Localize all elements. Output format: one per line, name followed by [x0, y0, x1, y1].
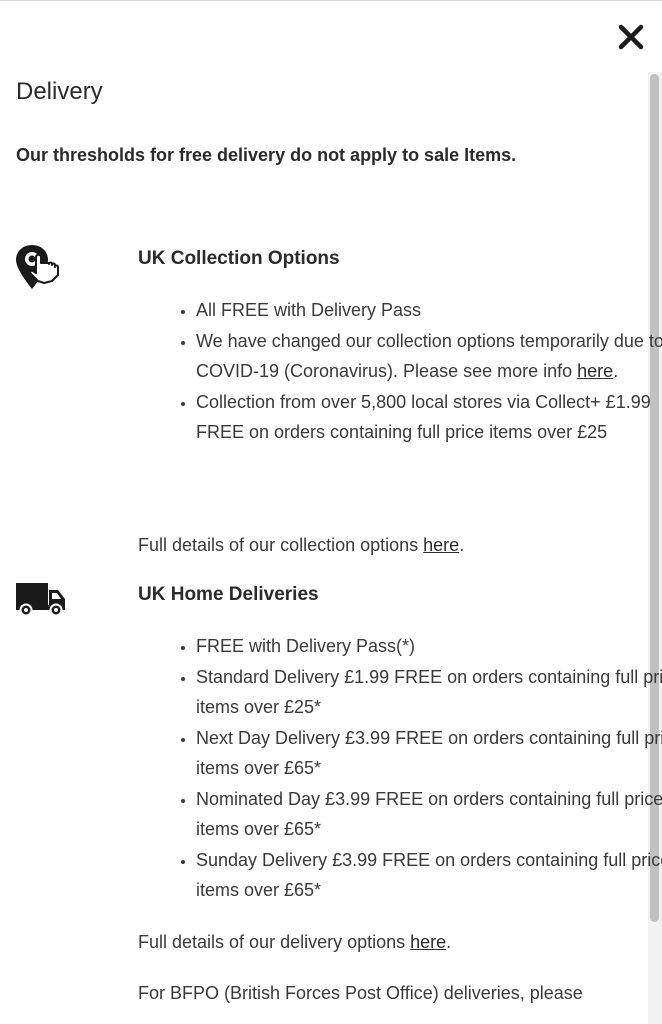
home-delivery-heading: UK Home Deliveries [138, 584, 319, 605]
list-item: Next Day Delivery £3.99 FREE on orders c… [196, 723, 662, 784]
free-delivery-notice: Our thresholds for free delivery do not … [16, 145, 517, 165]
covid-info-link[interactable]: here [577, 361, 613, 381]
list-item: Standard Delivery £1.99 FREE on orders c… [196, 662, 662, 723]
collection-details-link[interactable]: here [423, 535, 459, 555]
list-item: All FREE with Delivery Pass [196, 295, 662, 326]
list-item: We have changed our collection options t… [196, 326, 662, 387]
collection-heading: UK Collection Options [138, 248, 340, 269]
close-icon [618, 24, 644, 50]
list-item: FREE with Delivery Pass(*) [196, 631, 662, 662]
delivery-details-link[interactable]: here [410, 932, 446, 952]
location-pin-hand-icon [14, 243, 68, 298]
collection-details: Full details of our collection options h… [138, 535, 465, 555]
bottom-fade [0, 1004, 648, 1024]
delivery-details: Full details of our delivery options her… [138, 932, 452, 952]
list-item: Collection from over 5,800 local stores … [196, 387, 662, 448]
close-button[interactable] [616, 22, 646, 52]
list-item: Nominated Day £3.99 FREE on orders conta… [196, 784, 662, 845]
modal-title: Delivery [16, 78, 103, 105]
top-divider [0, 0, 662, 1]
delivery-modal: Delivery Our thresholds for free deliver… [0, 0, 662, 1024]
delivery-truck-icon [14, 580, 68, 623]
collection-list: All FREE with Delivery Pass We have chan… [138, 295, 662, 448]
list-item: Sunday Delivery £3.99 FREE on orders con… [196, 845, 662, 906]
home-delivery-list: FREE with Delivery Pass(*) Standard Deli… [138, 631, 662, 906]
